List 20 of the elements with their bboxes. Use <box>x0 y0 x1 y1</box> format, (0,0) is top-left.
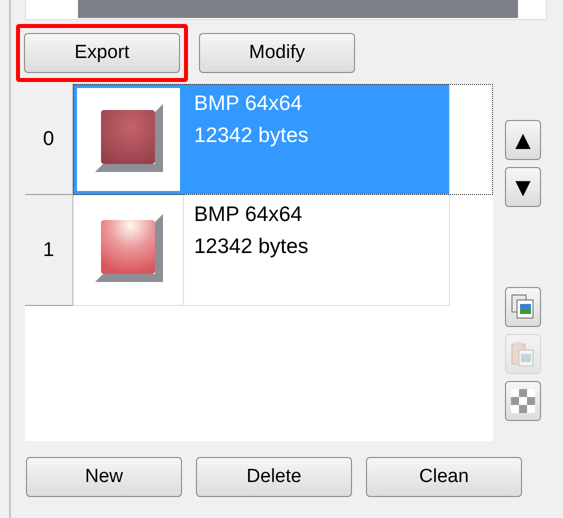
paste-image-icon <box>511 341 535 367</box>
image-info-text: 12342 bytes <box>194 234 310 260</box>
image-info-text: 12342 bytes <box>194 122 310 148</box>
checkerboard-icon <box>511 389 535 413</box>
action-button[interactable]: Export <box>24 33 180 73</box>
image-info-cell[interactable]: BMP 64x64 12342 bytes <box>184 195 450 306</box>
row-header: 0 <box>25 84 73 195</box>
action-button[interactable]: New <box>26 457 182 497</box>
move-button[interactable]: ▼ <box>505 167 541 207</box>
thumbnail-cell[interactable] <box>73 84 184 195</box>
copy-image-icon <box>511 294 535 320</box>
action-button[interactable]: Delete <box>196 457 352 497</box>
transparency-button[interactable] <box>505 381 541 421</box>
image-info-text: BMP 64x64 <box>194 202 304 228</box>
action-button[interactable]: Modify <box>199 33 355 73</box>
action-button[interactable]: Clean <box>366 457 522 497</box>
copy-image-button[interactable] <box>505 287 541 327</box>
move-button[interactable]: ▲ <box>505 120 541 160</box>
image-info-text: BMP 64x64 <box>194 91 304 117</box>
row-header: 1 <box>25 195 73 306</box>
